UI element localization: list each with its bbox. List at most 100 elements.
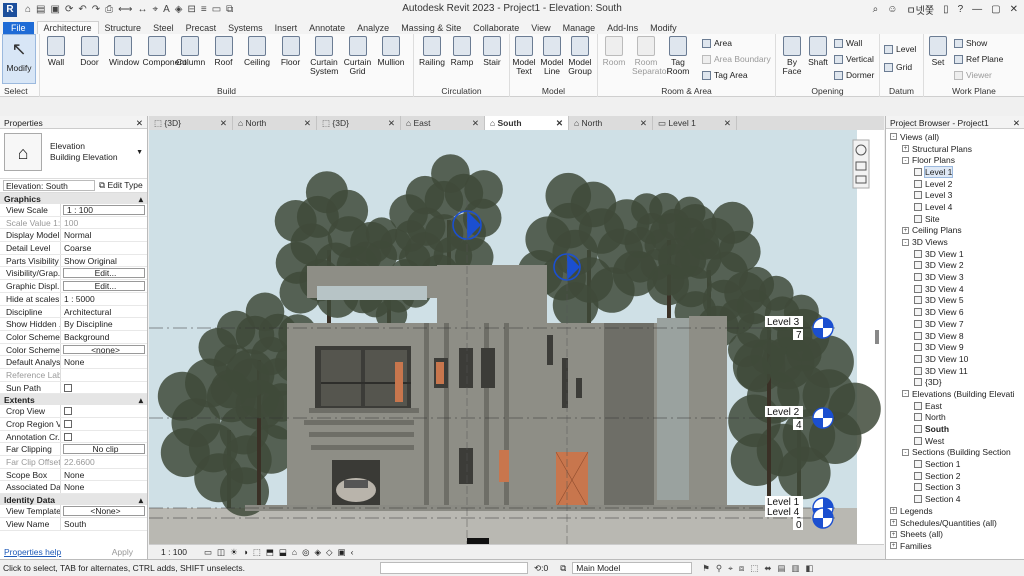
tag-icon[interactable]: ⌖ [152,4,158,15]
tab-architecture[interactable]: Architecture [36,21,99,34]
expand-icon[interactable]: + [902,226,909,234]
thin-lines-icon[interactable]: ≡ [201,4,207,15]
maximize-button[interactable]: ▢ [991,4,1000,15]
view-tab-east[interactable]: ⌂ East ✕ [401,116,485,130]
main-model-dropdown[interactable]: Main Model [572,562,693,574]
model-line-button[interactable]: Model Line [538,36,566,76]
window-button[interactable]: Window [109,36,139,67]
set-button[interactable]: Set [924,36,952,67]
browser-node-3d-view-6[interactable]: 3D View 6 [890,306,1024,318]
tab-massing-site[interactable]: Massing & Site [395,22,467,34]
view-tab-north[interactable]: ⌂ North ✕ [233,116,317,130]
browser-node-3d-view-1[interactable]: 3D View 1 [890,248,1024,260]
browser-node-3d-view-11[interactable]: 3D View 11 [890,365,1024,377]
browser-node-level-1[interactable]: Level 1 [890,165,1024,178]
browser-node-sheets-all[interactable]: + Sheets (all) [890,528,1024,540]
prop-value[interactable]: Edit... [63,268,145,279]
prop-display-model[interactable]: Display Model Normal [0,229,147,243]
prop-far-clip-offset[interactable]: Far Clip Offset 22.6600 [0,456,147,469]
browser-node-elevations-building-elevati[interactable]: - Elevations (Building Elevati [890,388,1024,400]
view-tab-3d[interactable]: ⬚ {3D} ✕ [317,116,401,130]
level-small-button[interactable]: Level [884,44,916,54]
browser-node-3d-view-10[interactable]: 3D View 10 [890,353,1024,365]
component-button[interactable]: Component [143,36,186,67]
username[interactable]: ㅁ넷쫓 [906,2,934,17]
prop-value[interactable]: <None> [63,506,145,516]
view-tab-south[interactable]: ⌂ South ✕ [485,116,569,130]
elevation-drawing[interactable]: Level 37Level 24Level 10Level 40 [149,130,884,544]
sun-path-icon[interactable]: ☀ [230,547,238,558]
properties-help-link[interactable]: Properties help [4,547,61,558]
tab-modify[interactable]: Modify [644,22,683,34]
close-icon[interactable]: ✕ [220,118,227,128]
tab-view[interactable]: View [525,22,556,34]
ref-plane-small-button[interactable]: Ref Plane [954,54,1003,64]
level-head-icon[interactable] [812,507,834,529]
tab-structure[interactable]: Structure [99,22,148,34]
tab-precast[interactable]: Precast [180,22,223,34]
prop-value[interactable]: 1 : 100 [63,205,145,215]
collapse-icon[interactable]: ‹ [351,547,354,557]
expand-icon[interactable]: + [890,542,897,550]
prop-visibility-grap[interactable]: Visibility/Grap... Edit... [0,267,147,281]
browser-node-section-2[interactable]: Section 2 [890,470,1024,482]
prop-view-template[interactable]: View Template <None> [0,505,147,518]
drawing-area[interactable]: Level 37Level 24Level 10Level 40 [149,130,884,544]
close-icon[interactable]: ✕ [472,118,479,128]
vertical-small-button[interactable]: Vertical [834,54,874,64]
help-icon[interactable]: ? [958,4,964,15]
prop-value[interactable] [61,431,147,443]
prop-value[interactable]: No clip [63,444,145,455]
wall-small-button[interactable]: Wall [834,38,862,48]
expand-icon[interactable]: + [902,145,909,153]
open-icon[interactable]: ▤ [36,4,45,15]
prop-far-clipping[interactable]: Far Clipping No clip [0,443,147,457]
revit-logo[interactable]: R [3,2,17,17]
apply-button[interactable]: Apply [112,547,143,558]
tab-manage[interactable]: Manage [557,22,602,34]
browser-node-3d-view-2[interactable]: 3D View 2 [890,260,1024,272]
crop-view-icon[interactable]: ⬒ [266,547,274,558]
browser-node-level-2[interactable]: Level 2 [890,178,1024,190]
close-icon[interactable]: ✕ [640,118,647,128]
prop-value[interactable]: Architectural [61,306,147,318]
checkbox[interactable] [64,407,72,416]
prop-value[interactable] [61,369,147,381]
tag-area-small-button[interactable]: Tag Area [702,70,748,80]
roof-button[interactable]: Roof [210,36,238,67]
close-icon[interactable]: ✕ [1013,118,1020,128]
browser-node-south[interactable]: South [890,423,1024,435]
tab-add-ins[interactable]: Add-Ins [601,22,644,34]
redo-icon[interactable]: ↷ [92,4,100,15]
prop-value[interactable]: None [61,469,147,481]
view-scale[interactable]: 1 : 100 [161,547,187,557]
detail-level-icon[interactable]: ▭ [204,547,212,558]
curtain-grid-button[interactable]: Curtain Grid [344,36,372,76]
prop-color-scheme[interactable]: Color Scheme <none> [0,343,147,357]
prop-show-hidden[interactable]: Show Hidden ... By Discipline [0,318,147,331]
prop-value[interactable]: Coarse [61,242,147,254]
save-icon[interactable]: ▣ [51,4,60,15]
show-small-button[interactable]: Show [954,38,987,48]
browser-node-north[interactable]: North [890,412,1024,424]
measure-icon[interactable]: ⟷ [118,4,132,15]
railing-button[interactable]: Railing [418,36,446,67]
prop-value[interactable]: South [61,518,147,530]
collapse-icon[interactable]: ▴ [139,395,143,405]
expand-icon[interactable]: + [890,530,897,538]
checkbox[interactable] [64,383,72,392]
temp-hide-icon[interactable]: ◎ [302,547,309,558]
close-icon[interactable]: ✕ [556,118,563,128]
prop-value[interactable]: Normal [61,229,147,241]
browser-node-west[interactable]: West [890,435,1024,447]
viewer-small-button[interactable]: Viewer [954,70,992,80]
browser-node-section-3[interactable]: Section 3 [890,482,1024,494]
editable-only-icon[interactable]: ⟲ [534,563,541,574]
tab-file[interactable]: File [3,22,34,34]
view-tab-level-1[interactable]: ▭ Level 1 ✕ [653,116,737,130]
minimize-button[interactable]: — [972,4,982,15]
section-icon[interactable]: ⊟ [187,4,195,15]
curtain-system-button[interactable]: Curtain System [310,36,338,76]
browser-node-legends[interactable]: + Legends [890,505,1024,517]
browser-node-3d-view-9[interactable]: 3D View 9 [890,341,1024,353]
